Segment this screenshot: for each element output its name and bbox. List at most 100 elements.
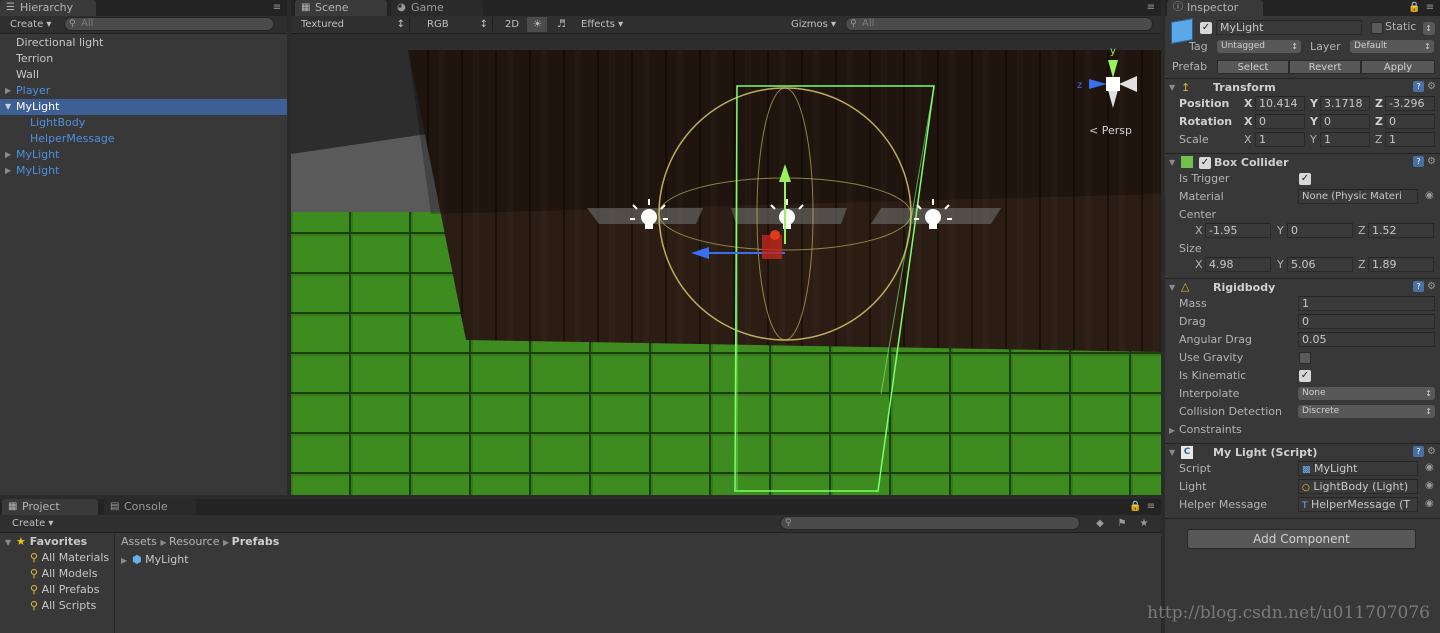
list-item[interactable]: Wall (16, 67, 39, 83)
help-icon[interactable]: ? (1413, 446, 1425, 457)
drag-field[interactable]: 0 (1298, 314, 1435, 329)
object-picker-icon[interactable]: ◉ (1425, 190, 1434, 201)
static-dropdown-icon[interactable] (1423, 22, 1435, 35)
active-checkbox[interactable]: ✓ (1200, 22, 1212, 34)
panel-menu-icon[interactable]: ≡ (1145, 2, 1157, 14)
rigidbody-header[interactable]: ▼ △ Rigidbody ? ⚙ (1165, 278, 1440, 296)
tab-console[interactable]: ▤ Console (104, 499, 196, 515)
gear-icon[interactable]: ⚙ (1427, 446, 1436, 457)
is-trigger-checkbox[interactable]: ✓ (1299, 173, 1311, 185)
favorite-star-icon[interactable]: ★ (1138, 518, 1150, 530)
tab-inspector[interactable]: ⓘ Inspector (1167, 0, 1263, 16)
list-item[interactable]: Directional light (16, 35, 103, 51)
expand-arrow-icon[interactable]: ▶ (1169, 426, 1175, 435)
audio-toggle-button[interactable]: ♬ (551, 17, 573, 32)
create-button[interactable]: Create ▾ (6, 516, 62, 531)
effects-dropdown[interactable]: Effects ▾ (575, 17, 633, 32)
list-item[interactable]: ⚲ All Materials (30, 550, 109, 566)
object-picker-icon[interactable]: ◉ (1425, 462, 1434, 473)
light-field[interactable]: ○ LightBody (Light) (1298, 479, 1418, 494)
scene-viewport[interactable]: y z < Persp (291, 34, 1161, 495)
project-search-input[interactable]: ⚲ (780, 516, 1080, 530)
material-field[interactable]: None (Physic Materi (1298, 189, 1418, 204)
lock-icon[interactable]: 🔒 (1129, 501, 1141, 513)
gear-icon[interactable]: ⚙ (1427, 281, 1436, 292)
scene-search-input[interactable]: ⚲ All (845, 17, 1153, 31)
panel-menu-icon[interactable]: ≡ (1424, 2, 1436, 14)
panel-menu-icon[interactable]: ≡ (271, 2, 283, 14)
prefab-revert-button[interactable]: Revert (1289, 60, 1361, 74)
scale-z-field[interactable]: 1 (1385, 132, 1435, 147)
object-name-field[interactable]: MyLight (1216, 20, 1362, 35)
rotation-x-field[interactable]: 0 (1255, 114, 1305, 129)
add-component-button[interactable]: Add Component (1187, 529, 1416, 549)
list-item[interactable]: LightBody (30, 115, 85, 131)
collapse-arrow-icon[interactable]: ▼ (1169, 158, 1175, 167)
search-input[interactable]: ⚲ All (64, 17, 274, 31)
asset-item[interactable]: ⬢ MyLight (132, 552, 189, 568)
script-field[interactable]: ▩ MyLight (1298, 461, 1418, 476)
use-gravity-checkbox[interactable] (1299, 352, 1311, 364)
rotation-z-field[interactable]: 0 (1385, 114, 1435, 129)
mass-field[interactable]: 1 (1298, 296, 1435, 311)
list-item[interactable]: MyLight (16, 147, 59, 163)
list-item[interactable]: Player (16, 83, 50, 99)
lighting-toggle-button[interactable]: ☀ (527, 17, 547, 32)
filter-label-icon[interactable]: ⚑ (1116, 518, 1128, 530)
expand-arrow-icon[interactable]: ▶ (121, 556, 127, 565)
layer-dropdown[interactable]: Default (1350, 40, 1434, 53)
center-y-field[interactable]: 0 (1287, 223, 1353, 238)
expand-arrow-icon[interactable]: ▶ (5, 150, 11, 159)
collapse-arrow-icon[interactable]: ▼ (1169, 283, 1175, 292)
collapse-arrow-icon[interactable]: ▼ (1169, 83, 1175, 92)
help-icon[interactable]: ? (1413, 156, 1425, 167)
script-header[interactable]: ▼ C My Light (Script) ? ⚙ (1165, 443, 1440, 461)
collapse-arrow-icon[interactable]: ▼ (1169, 448, 1175, 457)
object-picker-icon[interactable]: ◉ (1425, 498, 1434, 509)
position-z-field[interactable]: -3.296 (1385, 96, 1435, 111)
list-item[interactable]: Terrion (16, 51, 53, 67)
list-item[interactable]: MyLight (16, 163, 59, 179)
breadcrumb-item[interactable]: Resource (169, 535, 219, 548)
collapse-arrow-icon[interactable]: ▼ (5, 102, 11, 111)
box-collider-enabled-checkbox[interactable]: ✓ (1199, 157, 1211, 169)
scale-label[interactable]: Scale (1179, 133, 1209, 146)
rotation-y-field[interactable]: 0 (1320, 114, 1370, 129)
filter-type-icon[interactable]: ◆ (1094, 518, 1106, 530)
panel-menu-icon[interactable]: ≡ (1145, 501, 1157, 513)
prefab-apply-button[interactable]: Apply (1361, 60, 1435, 74)
box-collider-header[interactable]: ▼ ✓ Box Collider ? ⚙ (1165, 153, 1440, 171)
expand-arrow-icon[interactable]: ▶ (5, 86, 11, 95)
interpolate-dropdown[interactable]: None (1298, 387, 1435, 400)
shading-dropdown[interactable]: Textured ↕ (295, 17, 410, 32)
list-item[interactable]: MyLight (16, 99, 59, 115)
list-item[interactable]: ⚲ All Prefabs (30, 582, 100, 598)
lock-icon[interactable]: 🔒 (1408, 2, 1420, 14)
scale-x-field[interactable]: 1 (1255, 132, 1305, 147)
favorites-header[interactable]: ★ Favorites (16, 534, 87, 550)
object-picker-icon[interactable]: ◉ (1425, 480, 1434, 491)
help-icon[interactable]: ? (1413, 81, 1425, 92)
is-kinematic-checkbox[interactable]: ✓ (1299, 370, 1311, 382)
tab-game[interactable]: ◕ Game (391, 0, 483, 16)
tab-hierarchy[interactable]: ☰ Hierarchy (0, 0, 96, 16)
gear-icon[interactable]: ⚙ (1427, 81, 1436, 92)
create-button[interactable]: Create ▾ (4, 17, 60, 32)
collision-detection-dropdown[interactable]: Discrete (1298, 405, 1435, 418)
helper-message-field[interactable]: T HelperMessage (T (1298, 497, 1418, 512)
toggle-2d-button[interactable]: 2D (499, 17, 523, 32)
gear-icon[interactable]: ⚙ (1427, 156, 1436, 167)
constraints-label[interactable]: Constraints (1179, 423, 1242, 436)
size-z-field[interactable]: 1.89 (1368, 257, 1434, 272)
help-icon[interactable]: ? (1413, 281, 1425, 292)
render-mode-dropdown[interactable]: RGB ↕ (421, 17, 493, 32)
scale-y-field[interactable]: 1 (1320, 132, 1370, 147)
list-item[interactable]: ⚲ All Models (30, 566, 97, 582)
list-item[interactable]: HelperMessage (30, 131, 115, 147)
tag-dropdown[interactable]: Untagged (1217, 40, 1301, 53)
position-x-field[interactable]: 10.414 (1255, 96, 1305, 111)
position-label[interactable]: Position (1179, 97, 1229, 110)
center-z-field[interactable]: 1.52 (1368, 223, 1434, 238)
tab-scene[interactable]: ▦ Scene (295, 0, 387, 16)
prefab-select-button[interactable]: Select (1217, 60, 1289, 74)
